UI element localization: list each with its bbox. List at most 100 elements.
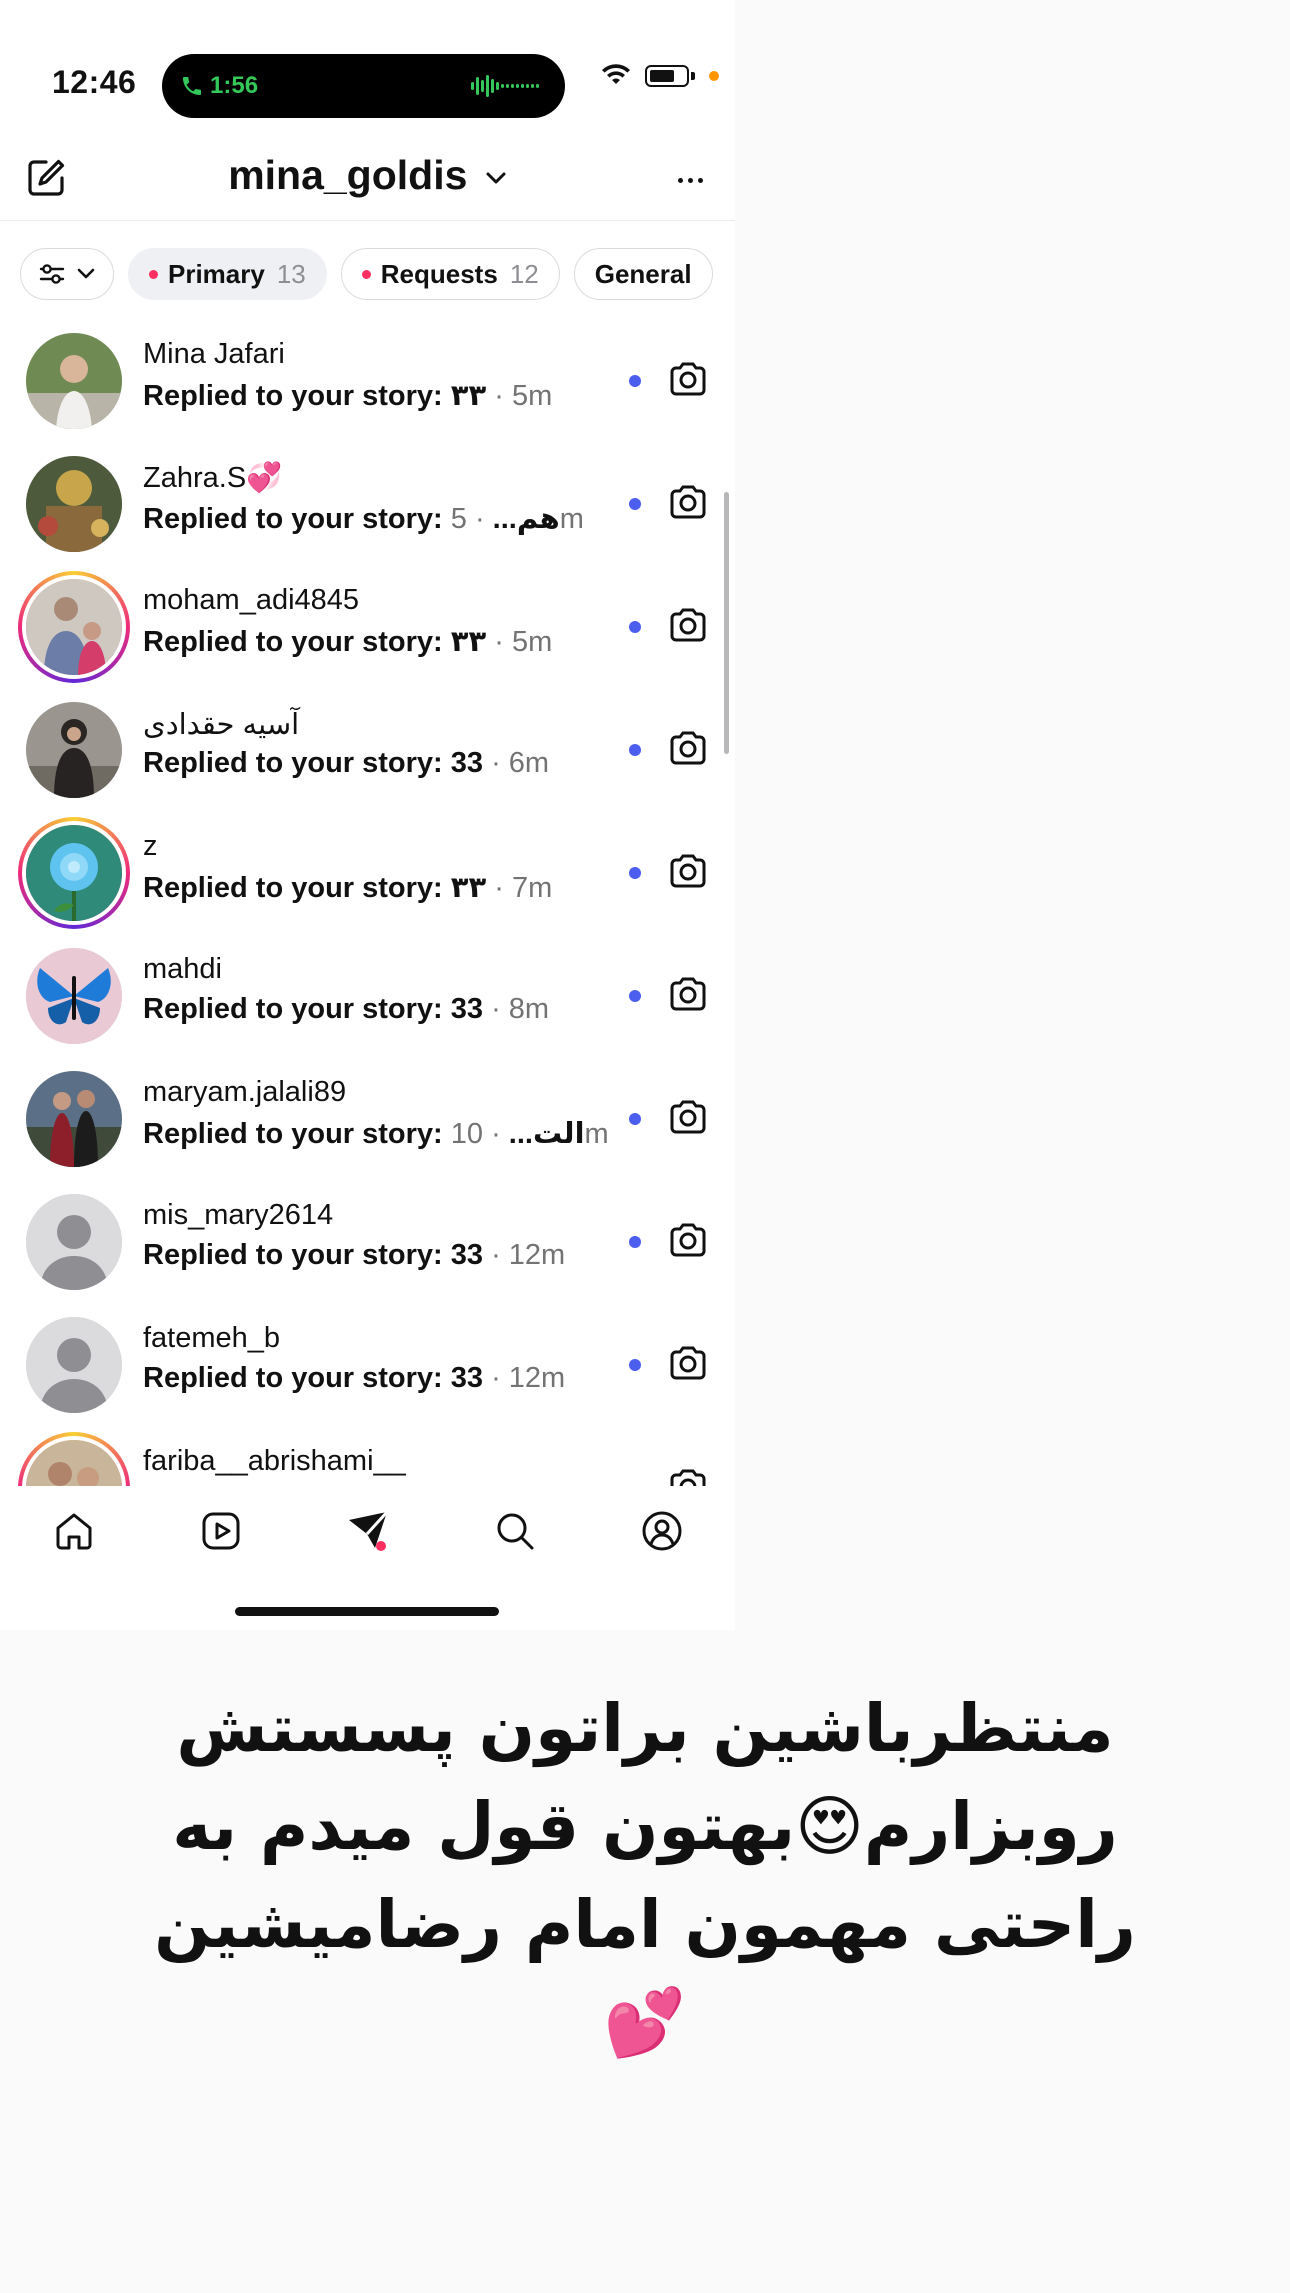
sliders-icon <box>39 264 65 284</box>
unread-dot <box>629 1113 641 1125</box>
thread-name: moham_adi4845 <box>143 584 360 616</box>
privacy-indicator-dot <box>709 71 719 81</box>
tab-label: Requests <box>380 258 498 289</box>
unread-dot <box>629 1236 641 1248</box>
battery-icon <box>645 65 689 87</box>
camera-icon[interactable] <box>666 850 710 894</box>
nav-direct[interactable] <box>338 1501 398 1561</box>
thread-preview: Replied to your story: 33 · 12m <box>143 1239 566 1271</box>
reels-icon <box>202 1512 239 1550</box>
thread-row[interactable]: moham_adi4845 Replied to your story: ۳۳ … <box>0 564 735 687</box>
search-icon <box>497 1513 533 1550</box>
direct-icon <box>348 1510 388 1551</box>
unread-dot <box>629 375 641 387</box>
nav-search[interactable] <box>485 1501 545 1561</box>
filter-button[interactable] <box>20 248 114 300</box>
thread-row[interactable]: Mina Jafari Replied to your story: ۳۳ · … <box>0 318 735 441</box>
profile-icon <box>642 1511 681 1551</box>
camera-icon[interactable] <box>666 481 710 525</box>
more-icon[interactable] <box>673 170 703 188</box>
thread-name: mis_mary2614 <box>143 1199 334 1231</box>
camera-icon[interactable] <box>666 1096 710 1140</box>
tab-count: 13 <box>276 258 306 289</box>
avatar-story-ring[interactable] <box>18 1432 130 1486</box>
caption-line: منتظرباشین براتون پسستش <box>176 1690 1114 1767</box>
unread-dot <box>629 621 641 633</box>
avatar-default[interactable] <box>26 1317 122 1413</box>
camera-icon[interactable] <box>666 358 710 402</box>
thread-preview: Replied to your story: ۳۳ · 7m <box>143 872 553 904</box>
notification-dot <box>149 269 158 279</box>
default-avatar-icon <box>26 1317 122 1413</box>
nav-profile[interactable] <box>632 1501 692 1561</box>
thread-name: fariba__abrishami__ <box>143 1445 406 1477</box>
thread-name: maryam.jalali89 <box>143 1076 347 1108</box>
thread-row[interactable]: fatemeh_b Replied to your story: 33 · 12… <box>0 1302 735 1425</box>
bottom-nav <box>0 1486 735 1576</box>
audio-wave-icon <box>471 75 539 97</box>
tab-label: Primary <box>168 258 265 289</box>
unread-dot <box>629 1359 641 1371</box>
avatar[interactable] <box>26 702 122 798</box>
account-switcher[interactable]: mina_goldis <box>0 152 735 199</box>
avatar[interactable] <box>26 456 122 552</box>
instagram-direct-screen: 12:46 1:56 mina_goldis Primary 13 Reques… <box>0 0 735 1630</box>
thread-name: fatemeh_b <box>143 1322 281 1354</box>
tab-label: General <box>594 258 692 289</box>
thread-preview: Replied to your story: ۳۳ · 5m <box>143 380 553 412</box>
home-icon <box>56 1513 91 1550</box>
chevron-down-icon <box>486 172 506 184</box>
thread-preview: Replied to your story: 33 · 6m <box>143 747 550 779</box>
unread-dot <box>629 744 641 756</box>
chevron-down-icon <box>77 268 95 279</box>
thread-name: mahdi <box>143 953 222 985</box>
scrollbar[interactable] <box>724 492 729 754</box>
thread-name: آسیه حقدادی <box>143 709 300 741</box>
tab-general[interactable]: General <box>573 248 713 300</box>
inbox-header: mina_goldis <box>0 140 735 221</box>
camera-icon[interactable] <box>666 604 710 648</box>
dynamic-island-call[interactable]: 1:56 <box>162 54 565 118</box>
tab-requests[interactable]: Requests 12 <box>340 248 560 300</box>
nav-home[interactable] <box>44 1501 104 1561</box>
thread-name: z <box>143 830 158 862</box>
default-avatar-icon <box>26 1194 122 1290</box>
thread-list[interactable]: Mina Jafari Replied to your story: ۳۳ · … <box>0 318 735 1486</box>
status-indicators <box>601 64 735 88</box>
avatar[interactable] <box>26 948 122 1044</box>
unread-dot <box>629 498 641 510</box>
camera-icon[interactable] <box>666 727 710 771</box>
avatar[interactable] <box>26 333 122 429</box>
avatar-default[interactable] <box>26 1194 122 1290</box>
notification-dot <box>361 269 371 279</box>
thread-preview: Replied to your story: 33 · 8m <box>143 993 550 1025</box>
thread-row[interactable]: z Replied to your story: ۳۳ · 7m <box>0 810 735 933</box>
thread-row[interactable]: mahdi Replied to your story: 33 · 8m <box>0 933 735 1056</box>
call-timer: 1:56 <box>210 72 259 99</box>
nav-reels[interactable] <box>191 1501 251 1561</box>
thread-row[interactable]: Zahra.S💞 Replied to your story: هم... · … <box>0 441 735 564</box>
avatar[interactable] <box>26 1071 122 1167</box>
story-caption: منتظرباشین براتون پسستش روبزارم😍بهتون قو… <box>150 1680 1140 2072</box>
avatar-story-ring[interactable] <box>18 817 130 929</box>
inbox-tabs: Primary 13 Requests 12 General <box>20 248 713 300</box>
camera-icon[interactable] <box>666 1465 710 1486</box>
camera-icon[interactable] <box>666 973 710 1017</box>
tab-primary[interactable]: Primary 13 <box>128 248 327 300</box>
camera-icon[interactable] <box>666 1342 710 1386</box>
thread-row[interactable]: maryam.jalali89 Replied to your story: ا… <box>0 1056 735 1179</box>
thread-name: Mina Jafari <box>143 338 285 370</box>
camera-icon[interactable] <box>666 1219 710 1263</box>
status-time: 12:46 <box>52 64 137 100</box>
wifi-icon <box>602 64 630 84</box>
thread-preview: Replied to your story: الت... · 10m <box>143 1118 609 1150</box>
unread-dot <box>629 867 641 879</box>
unread-dot <box>629 990 641 1002</box>
thread-row[interactable]: mis_mary2614 Replied to your story: 33 ·… <box>0 1179 735 1302</box>
thread-name: Zahra.S💞 <box>143 462 283 494</box>
avatar-story-ring[interactable] <box>18 571 130 683</box>
thread-preview: Replied to your story: ۳۳ · 5m <box>143 626 553 658</box>
thread-row[interactable]: fariba__abrishami__ <box>0 1425 735 1486</box>
home-indicator[interactable] <box>235 1607 499 1616</box>
thread-row[interactable]: آسیه حقدادی Replied to your story: 33 · … <box>0 687 735 810</box>
